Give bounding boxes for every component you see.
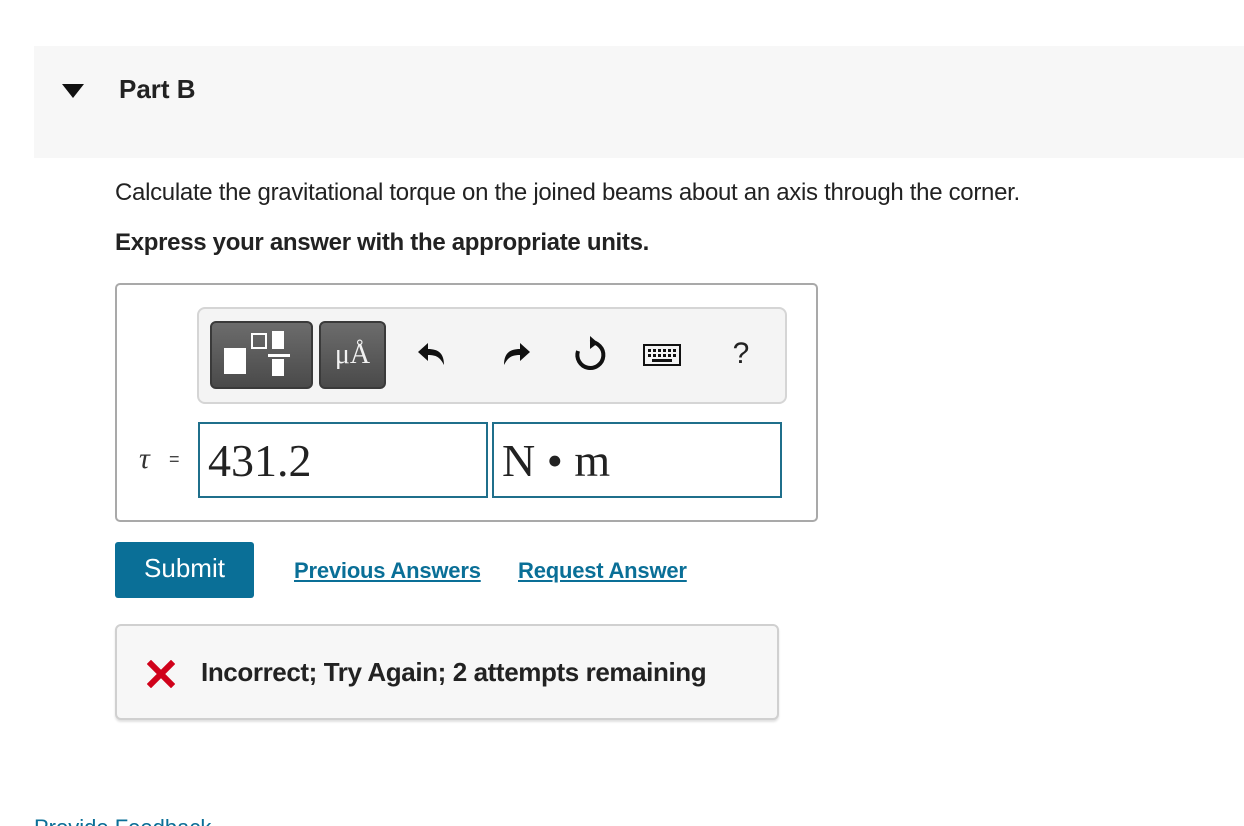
templates-icon [224, 331, 290, 376]
part-title: Part B [119, 74, 196, 104]
answer-units-input[interactable]: N • m [492, 422, 782, 498]
redo-icon[interactable] [494, 335, 534, 375]
reset-icon[interactable] [570, 335, 610, 375]
answer-value-input[interactable]: 431.2 [198, 422, 488, 498]
provide-feedback-link[interactable]: Provide Feedback [34, 815, 211, 826]
undo-icon[interactable] [414, 335, 454, 375]
submit-button[interactable]: Submit [115, 542, 254, 598]
answer-box: μÅ ? τ = 431.2 N • m [115, 283, 818, 522]
answer-symbol: τ [139, 442, 150, 475]
previous-answers-link[interactable]: Previous Answers [294, 558, 481, 584]
part-header [34, 46, 1244, 158]
keyboard-icon[interactable] [642, 335, 682, 375]
incorrect-x-icon [147, 660, 175, 688]
answer-instruction: Express your answer with the appropriate… [115, 229, 650, 256]
feedback-box: Incorrect; Try Again; 2 attempts remaini… [115, 624, 779, 720]
collapse-triangle-icon[interactable] [62, 84, 84, 98]
help-button[interactable]: ? [721, 337, 761, 377]
templates-button[interactable] [210, 321, 313, 389]
question-text: Calculate the gravitational torque on th… [115, 179, 1020, 206]
equals-sign: = [169, 449, 180, 469]
request-answer-link[interactable]: Request Answer [518, 558, 687, 584]
units-button-label: μÅ [334, 339, 371, 370]
units-button[interactable]: μÅ [319, 321, 386, 389]
math-toolbar: μÅ ? [197, 307, 787, 404]
feedback-message: Incorrect; Try Again; 2 attempts remaini… [201, 657, 707, 687]
